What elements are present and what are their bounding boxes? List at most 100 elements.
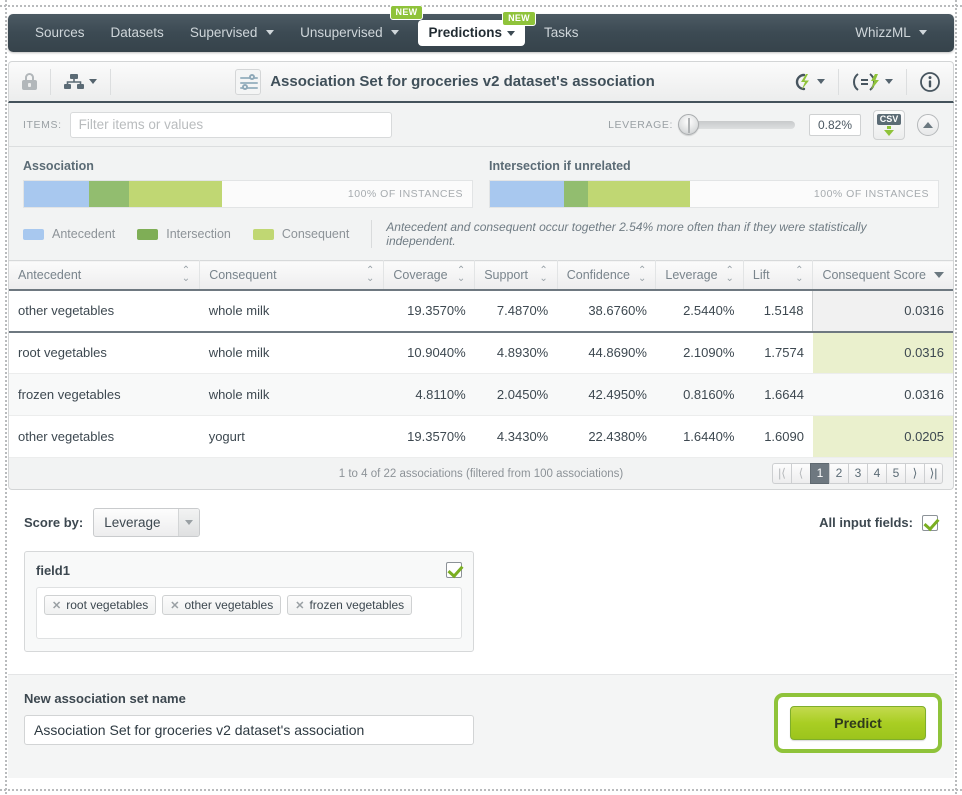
cell-consequent: whole milk <box>199 331 384 374</box>
leverage-slider[interactable]: 0.82% <box>678 113 861 136</box>
nav-item-tasks[interactable]: Tasks <box>531 14 592 52</box>
field-card-field1: field1 ✕ root vegetables ✕ other vegetab… <box>24 551 474 652</box>
token-item[interactable]: ✕ frozen vegetables <box>287 595 413 615</box>
table-row[interactable]: frozen vegetables whole milk 4.8110% 2.0… <box>9 373 953 416</box>
leverage-label: LEVERAGE: <box>608 118 673 131</box>
app-root: Sources Datasets Supervised Unsupervised… <box>0 0 962 795</box>
page-button-4[interactable]: 4 <box>867 463 886 484</box>
bars-legend: Antecedent Intersection Consequent Antec… <box>8 216 954 260</box>
remove-token-icon[interactable]: ✕ <box>52 599 61 612</box>
table-row[interactable]: other vegetables whole milk 19.3570% 7.4… <box>9 288 953 333</box>
cell-confidence: 22.4380% <box>557 415 656 458</box>
column-header-leverage[interactable]: Leverage <box>655 260 744 290</box>
column-header-support[interactable]: Support <box>474 260 558 290</box>
cell-confidence: 38.6760% <box>557 288 656 333</box>
association-icon <box>235 68 262 95</box>
sort-icon <box>457 266 465 284</box>
column-header-antecedent[interactable]: Antecedent <box>9 260 201 290</box>
legend-swatch <box>252 228 274 240</box>
associations-table-wrapper: Antecedent Consequent Coverage Support C <box>8 260 954 458</box>
chevron-down-icon <box>89 79 97 84</box>
cell-consequent-score: 0.0316 <box>812 331 953 374</box>
association-set-name-input[interactable] <box>24 715 474 745</box>
items-filter-input[interactable] <box>69 111 392 138</box>
info-button[interactable] <box>907 62 953 101</box>
nav-item-supervised[interactable]: Supervised <box>177 14 287 52</box>
nav-label: Datasets <box>110 25 164 40</box>
chevron-down-icon <box>885 79 893 84</box>
legend-swatch <box>137 228 159 240</box>
cell-coverage: 19.3570% <box>383 415 475 458</box>
cell-consequent-score: 0.0316 <box>812 288 953 333</box>
remove-token-icon[interactable]: ✕ <box>295 599 304 612</box>
field-card-title: field1 <box>36 562 70 578</box>
nav-item-unsupervised[interactable]: Unsupervised NEW <box>287 5 424 52</box>
privacy-toggle[interactable] <box>9 62 50 101</box>
csv-label: CSV <box>876 114 902 125</box>
toolbar-right-group: LEVERAGE: 0.82% CSV <box>608 109 939 140</box>
association-bar-caption: 100% OF INSTANCES <box>347 188 463 200</box>
bar-segment-consequent <box>587 181 690 207</box>
table-row[interactable]: other vegetables yogurt 19.3570% 4.3430%… <box>9 415 953 458</box>
chevron-down-icon <box>919 30 927 35</box>
nav-label: Predictions <box>428 25 502 40</box>
cell-antecedent: other vegetables <box>9 288 200 333</box>
main-navbar: Sources Datasets Supervised Unsupervised… <box>8 5 954 52</box>
actions-menu-button[interactable] <box>779 62 838 101</box>
slider-track[interactable] <box>678 113 795 135</box>
nav-item-whizzml[interactable]: WhizzML <box>842 14 940 52</box>
nav-label: Supervised <box>189 25 258 40</box>
association-bar: 100% OF INSTANCES <box>23 180 473 208</box>
download-csv-button[interactable]: CSV <box>873 109 905 140</box>
cell-consequent-score: 0.0316 <box>812 373 953 416</box>
page-prev-button[interactable]: ⟨ <box>791 463 810 484</box>
column-header-confidence[interactable]: Confidence <box>557 260 657 290</box>
cell-leverage: 0.8160% <box>655 373 744 416</box>
legend-item-intersection: Intersection <box>137 227 231 241</box>
page-button-3[interactable]: 3 <box>848 463 867 484</box>
field-token-list[interactable]: ✕ root vegetables ✕ other vegetables ✕ f… <box>36 587 462 639</box>
remove-token-icon[interactable]: ✕ <box>170 599 179 612</box>
nav-item-sources[interactable]: Sources <box>22 14 98 52</box>
intersection-bar-title: Intersection if unrelated <box>489 159 631 173</box>
legend-label: Consequent <box>281 227 350 241</box>
pagination-controls: |⟨ ⟨ 1 2 3 4 5 ⟩ ⟩| <box>772 463 943 484</box>
page-last-button[interactable]: ⟩| <box>924 463 943 484</box>
nav-item-datasets[interactable]: Datasets <box>98 14 177 52</box>
column-header-consequent[interactable]: Consequent <box>199 260 385 290</box>
sort-icon <box>182 266 190 284</box>
column-label: Consequent Score <box>822 267 926 282</box>
bar-segment-consequent <box>129 181 223 207</box>
column-header-coverage[interactable]: Coverage <box>383 260 476 290</box>
column-label: Consequent <box>209 267 277 282</box>
column-header-lift[interactable]: Lift <box>743 260 814 290</box>
table-row[interactable]: root vegetables whole milk 10.9040% 4.89… <box>9 331 953 374</box>
page-button-5[interactable]: 5 <box>886 463 905 484</box>
batch-menu-button[interactable] <box>839 62 906 101</box>
nav-item-predictions[interactable]: Predictions NEW <box>418 11 536 46</box>
field-card-checkbox[interactable] <box>446 562 462 578</box>
download-arrow-stem <box>887 126 891 129</box>
predict-button[interactable]: Predict <box>790 706 926 740</box>
page-first-button[interactable]: |⟨ <box>772 463 791 484</box>
collapse-panel-button[interactable] <box>917 113 939 136</box>
column-label: Confidence <box>566 267 630 282</box>
score-by-row: Score by: Leverage All input fields: <box>8 490 954 537</box>
cell-leverage: 2.1090% <box>655 331 744 374</box>
score-by-select[interactable]: Leverage <box>93 508 201 537</box>
slider-handle[interactable] <box>678 113 699 135</box>
column-label: Leverage <box>665 267 718 282</box>
token-item[interactable]: ✕ other vegetables <box>162 595 282 615</box>
token-item[interactable]: ✕ root vegetables <box>44 595 157 615</box>
page-button-2[interactable]: 2 <box>829 463 848 484</box>
column-header-consequent-score[interactable]: Consequent Score <box>812 260 953 290</box>
network-menu-button[interactable] <box>51 62 110 101</box>
page-next-button[interactable]: ⟩ <box>905 463 924 484</box>
cell-support: 4.8930% <box>474 331 558 374</box>
intersection-bar-caption: 100% OF INSTANCES <box>813 188 929 200</box>
token-label: frozen vegetables <box>309 598 405 612</box>
cell-antecedent: other vegetables <box>9 415 200 458</box>
leverage-value: 0.82% <box>809 113 861 136</box>
all-input-fields-checkbox[interactable] <box>922 514 938 531</box>
page-button-1[interactable]: 1 <box>810 463 829 484</box>
